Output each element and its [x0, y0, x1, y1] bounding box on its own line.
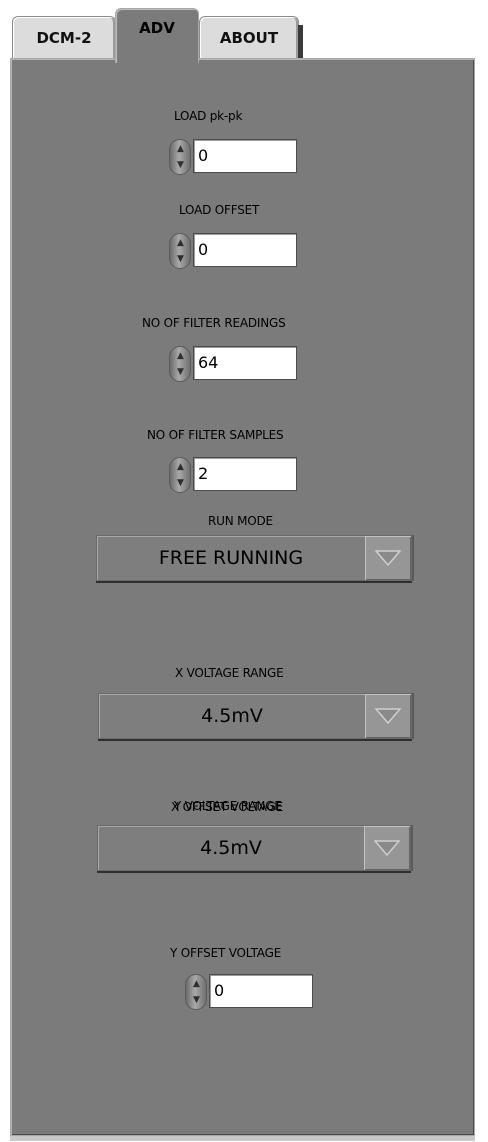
panel-bottom-edge [10, 1136, 475, 1141]
tab-label: DCM-2 [36, 28, 92, 47]
increment-arrow-icon[interactable]: ▲ [192, 977, 201, 991]
tab-label: ADV [139, 19, 175, 37]
y-offset-voltage-input[interactable]: 0 [209, 974, 313, 1008]
y-voltage-range-dropdown[interactable]: 4.5mV [97, 825, 411, 871]
tab-label: ABOUT [219, 28, 279, 47]
y-offset-voltage-label: Y OFFSET VOLTAGE [170, 946, 282, 960]
tab-dcm-2[interactable]: DCM-2 [12, 16, 116, 58]
tab-about[interactable]: ABOUT [199, 16, 303, 59]
triangle-down-icon [374, 840, 400, 857]
y-offset-voltage-control: ▲ ▼ 0 [185, 972, 313, 1010]
decrement-arrow-icon[interactable]: ▼ [192, 993, 201, 1007]
tab-adv[interactable]: ADV [115, 8, 199, 63]
y-voltage-range-value: 4.5mV [200, 837, 262, 859]
y-offset-spinner[interactable]: ▲ ▼ [185, 974, 207, 1010]
lower-controls: Y VOLTAGE RANGE 4.5mV Y OFFSET VOLTAGE ▲… [10, 58, 475, 1136]
dropdown-arrow[interactable] [364, 826, 410, 870]
tab-shadow-edge [298, 25, 303, 59]
y-voltage-range-label-text: Y VOLTAGE RANGE [174, 799, 282, 813]
